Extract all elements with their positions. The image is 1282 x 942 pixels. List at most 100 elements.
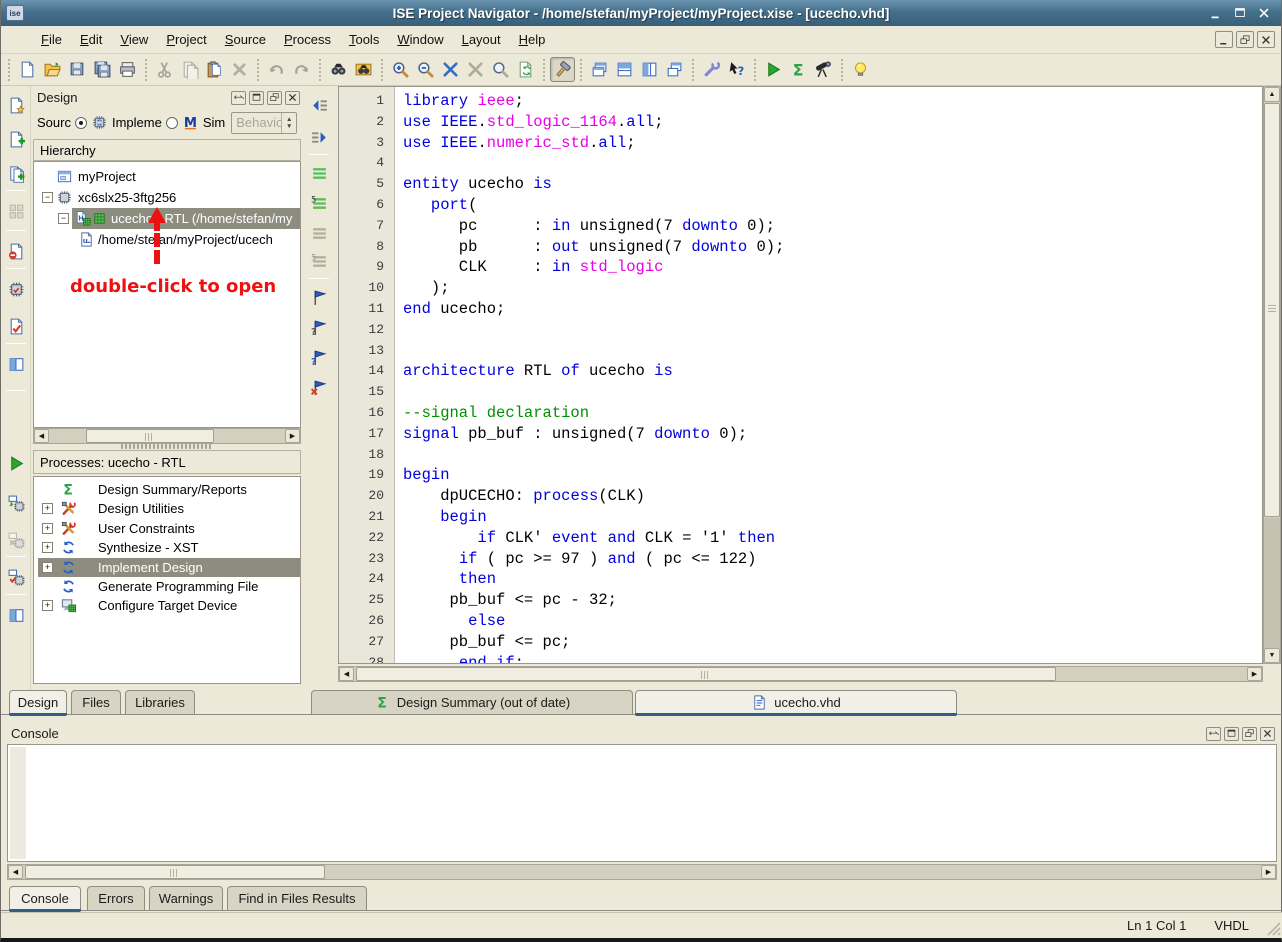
restore-button[interactable] xyxy=(1242,727,1257,741)
tab-files[interactable]: Files xyxy=(71,690,121,714)
toolbar-handle[interactable] xyxy=(541,59,547,81)
menu-process[interactable]: Process xyxy=(275,28,340,51)
scrollbar-thumb[interactable] xyxy=(356,667,1056,681)
project-settings-button[interactable] xyxy=(699,57,724,82)
open-project-button[interactable] xyxy=(40,57,65,82)
scroll-right-icon[interactable]: ▶ xyxy=(285,429,300,443)
tile-vertically-button[interactable] xyxy=(637,57,662,82)
toolbar-handle[interactable] xyxy=(752,59,758,81)
copy-button[interactable] xyxy=(177,57,202,82)
maximize-button[interactable] xyxy=(1231,5,1249,21)
hierarchy-item-xc6slx25-3ftg256[interactable]: −xc6slx25-3ftg256 xyxy=(34,187,300,208)
toolbar-handle[interactable] xyxy=(839,59,845,81)
toggle-columns-button[interactable] xyxy=(5,353,28,376)
flag-next-button[interactable]: ? xyxy=(308,346,331,369)
find-button[interactable] xyxy=(326,57,351,82)
menu-view[interactable]: View xyxy=(111,28,157,51)
tree-expander-icon[interactable]: + xyxy=(42,523,53,534)
cascade-windows-button[interactable] xyxy=(587,57,612,82)
source-properties-button[interactable] xyxy=(5,278,28,301)
undo-button[interactable] xyxy=(264,57,289,82)
process-item-design-summary-reports[interactable]: ΣDesign Summary/Reports xyxy=(34,480,300,499)
scrollbar-thumb[interactable] xyxy=(25,865,325,879)
process-item-design-utilities[interactable]: +Design Utilities xyxy=(34,499,300,518)
toggle-columns-button[interactable] xyxy=(5,604,28,627)
print-button[interactable] xyxy=(115,57,140,82)
tree-expander-icon[interactable]: − xyxy=(58,213,69,224)
rerun-all-processes-button[interactable] xyxy=(5,529,28,552)
tree-expander-icon[interactable]: + xyxy=(42,503,53,514)
spinner-arrows-icon[interactable]: ▲▼ xyxy=(281,113,296,133)
scroll-left-icon[interactable]: ◀ xyxy=(34,429,49,443)
run-process-button[interactable] xyxy=(5,452,28,475)
panel-splitter[interactable] xyxy=(121,444,211,449)
paste-button[interactable] xyxy=(202,57,227,82)
menu-file[interactable]: File xyxy=(32,28,71,51)
design-summary-button[interactable]: Σ xyxy=(786,57,811,82)
goto-next-button[interactable] xyxy=(308,126,331,149)
minimize-button[interactable] xyxy=(1207,5,1225,21)
zoom-out-button[interactable] xyxy=(413,57,438,82)
zoom-full-button[interactable] xyxy=(438,57,463,82)
console-tab-errors[interactable]: Errors xyxy=(87,886,145,910)
editor-hscrollbar[interactable]: ◀ ▶ xyxy=(338,666,1263,682)
restore-button[interactable] xyxy=(267,91,282,105)
scroll-down-icon[interactable]: ▼ xyxy=(1264,648,1280,663)
tab-design[interactable]: Design xyxy=(9,690,67,714)
code-area[interactable]: 1234567891011121314151617181920212223242… xyxy=(338,86,1263,664)
flag-previous-button[interactable]: ? xyxy=(308,316,331,339)
float-button[interactable] xyxy=(1206,727,1221,741)
process-item-user-constraints[interactable]: +User Constraints xyxy=(34,519,300,538)
toolbar-handle[interactable] xyxy=(255,59,261,81)
console-output[interactable] xyxy=(7,744,1277,862)
minimize-button[interactable] xyxy=(1215,31,1233,48)
run-button[interactable] xyxy=(761,57,786,82)
editor-vscrollbar[interactable]: ▲ ▼ xyxy=(1263,86,1281,664)
menu-layout[interactable]: Layout xyxy=(453,28,510,51)
close-button[interactable] xyxy=(285,91,300,105)
show-tips-button[interactable] xyxy=(848,57,873,82)
zoom-selection-button[interactable] xyxy=(488,57,513,82)
redo-button[interactable] xyxy=(289,57,314,82)
process-item-implement-design[interactable]: +Implement Design xyxy=(34,558,300,577)
scrollbar-thumb[interactable] xyxy=(86,429,214,443)
add-copy-of-source-button[interactable] xyxy=(5,163,28,186)
scroll-right-icon[interactable]: ▶ xyxy=(1247,667,1262,681)
insert-lines-gray-button[interactable]: 5 xyxy=(308,250,331,273)
tree-expander-icon[interactable]: + xyxy=(42,542,53,553)
zoom-in-button[interactable] xyxy=(388,57,413,82)
tree-expander-icon[interactable]: + xyxy=(42,600,53,611)
remove-source-button[interactable] xyxy=(5,240,28,263)
hierarchy-hscrollbar[interactable]: ◀ ▶ xyxy=(33,428,301,444)
new-partition-button[interactable] xyxy=(5,200,28,223)
menu-help[interactable]: Help xyxy=(510,28,555,51)
toolbar-handle[interactable] xyxy=(690,59,696,81)
close-button[interactable] xyxy=(1255,5,1273,21)
process-item-generate-programming-file[interactable]: Generate Programming File xyxy=(34,577,300,596)
console-tab-console[interactable]: Console xyxy=(9,886,81,910)
add-source-button[interactable] xyxy=(5,128,28,151)
console-hscrollbar[interactable]: ◀ ▶ xyxy=(7,864,1277,880)
scroll-up-icon[interactable]: ▲ xyxy=(1264,87,1280,102)
stop-process-button[interactable] xyxy=(5,566,28,589)
zoom-box-button[interactable] xyxy=(463,57,488,82)
menu-window[interactable]: Window xyxy=(388,28,452,51)
scroll-left-icon[interactable]: ◀ xyxy=(339,667,354,681)
goto-previous-button[interactable] xyxy=(308,94,331,117)
save-button[interactable] xyxy=(65,57,90,82)
titlebar[interactable]: ise ISE Project Navigator - /home/stefan… xyxy=(1,0,1281,26)
implementation-radio[interactable] xyxy=(75,117,87,129)
menu-tools[interactable]: Tools xyxy=(340,28,388,51)
flag-bookmark-button[interactable] xyxy=(308,286,331,309)
save-all-button[interactable] xyxy=(90,57,115,82)
float-button[interactable] xyxy=(231,91,246,105)
flag-remove-button[interactable] xyxy=(308,376,331,399)
scroll-left-icon[interactable]: ◀ xyxy=(8,865,23,879)
toolbar-handle[interactable] xyxy=(143,59,149,81)
new-source-button[interactable] xyxy=(5,94,28,117)
toolbar-handle[interactable] xyxy=(6,59,12,81)
maximize-button[interactable] xyxy=(249,91,264,105)
process-item-synthesize-xst[interactable]: +Synthesize - XST xyxy=(34,538,300,557)
tile-horizontally-button[interactable] xyxy=(612,57,637,82)
tree-expander-icon[interactable]: + xyxy=(42,562,53,573)
